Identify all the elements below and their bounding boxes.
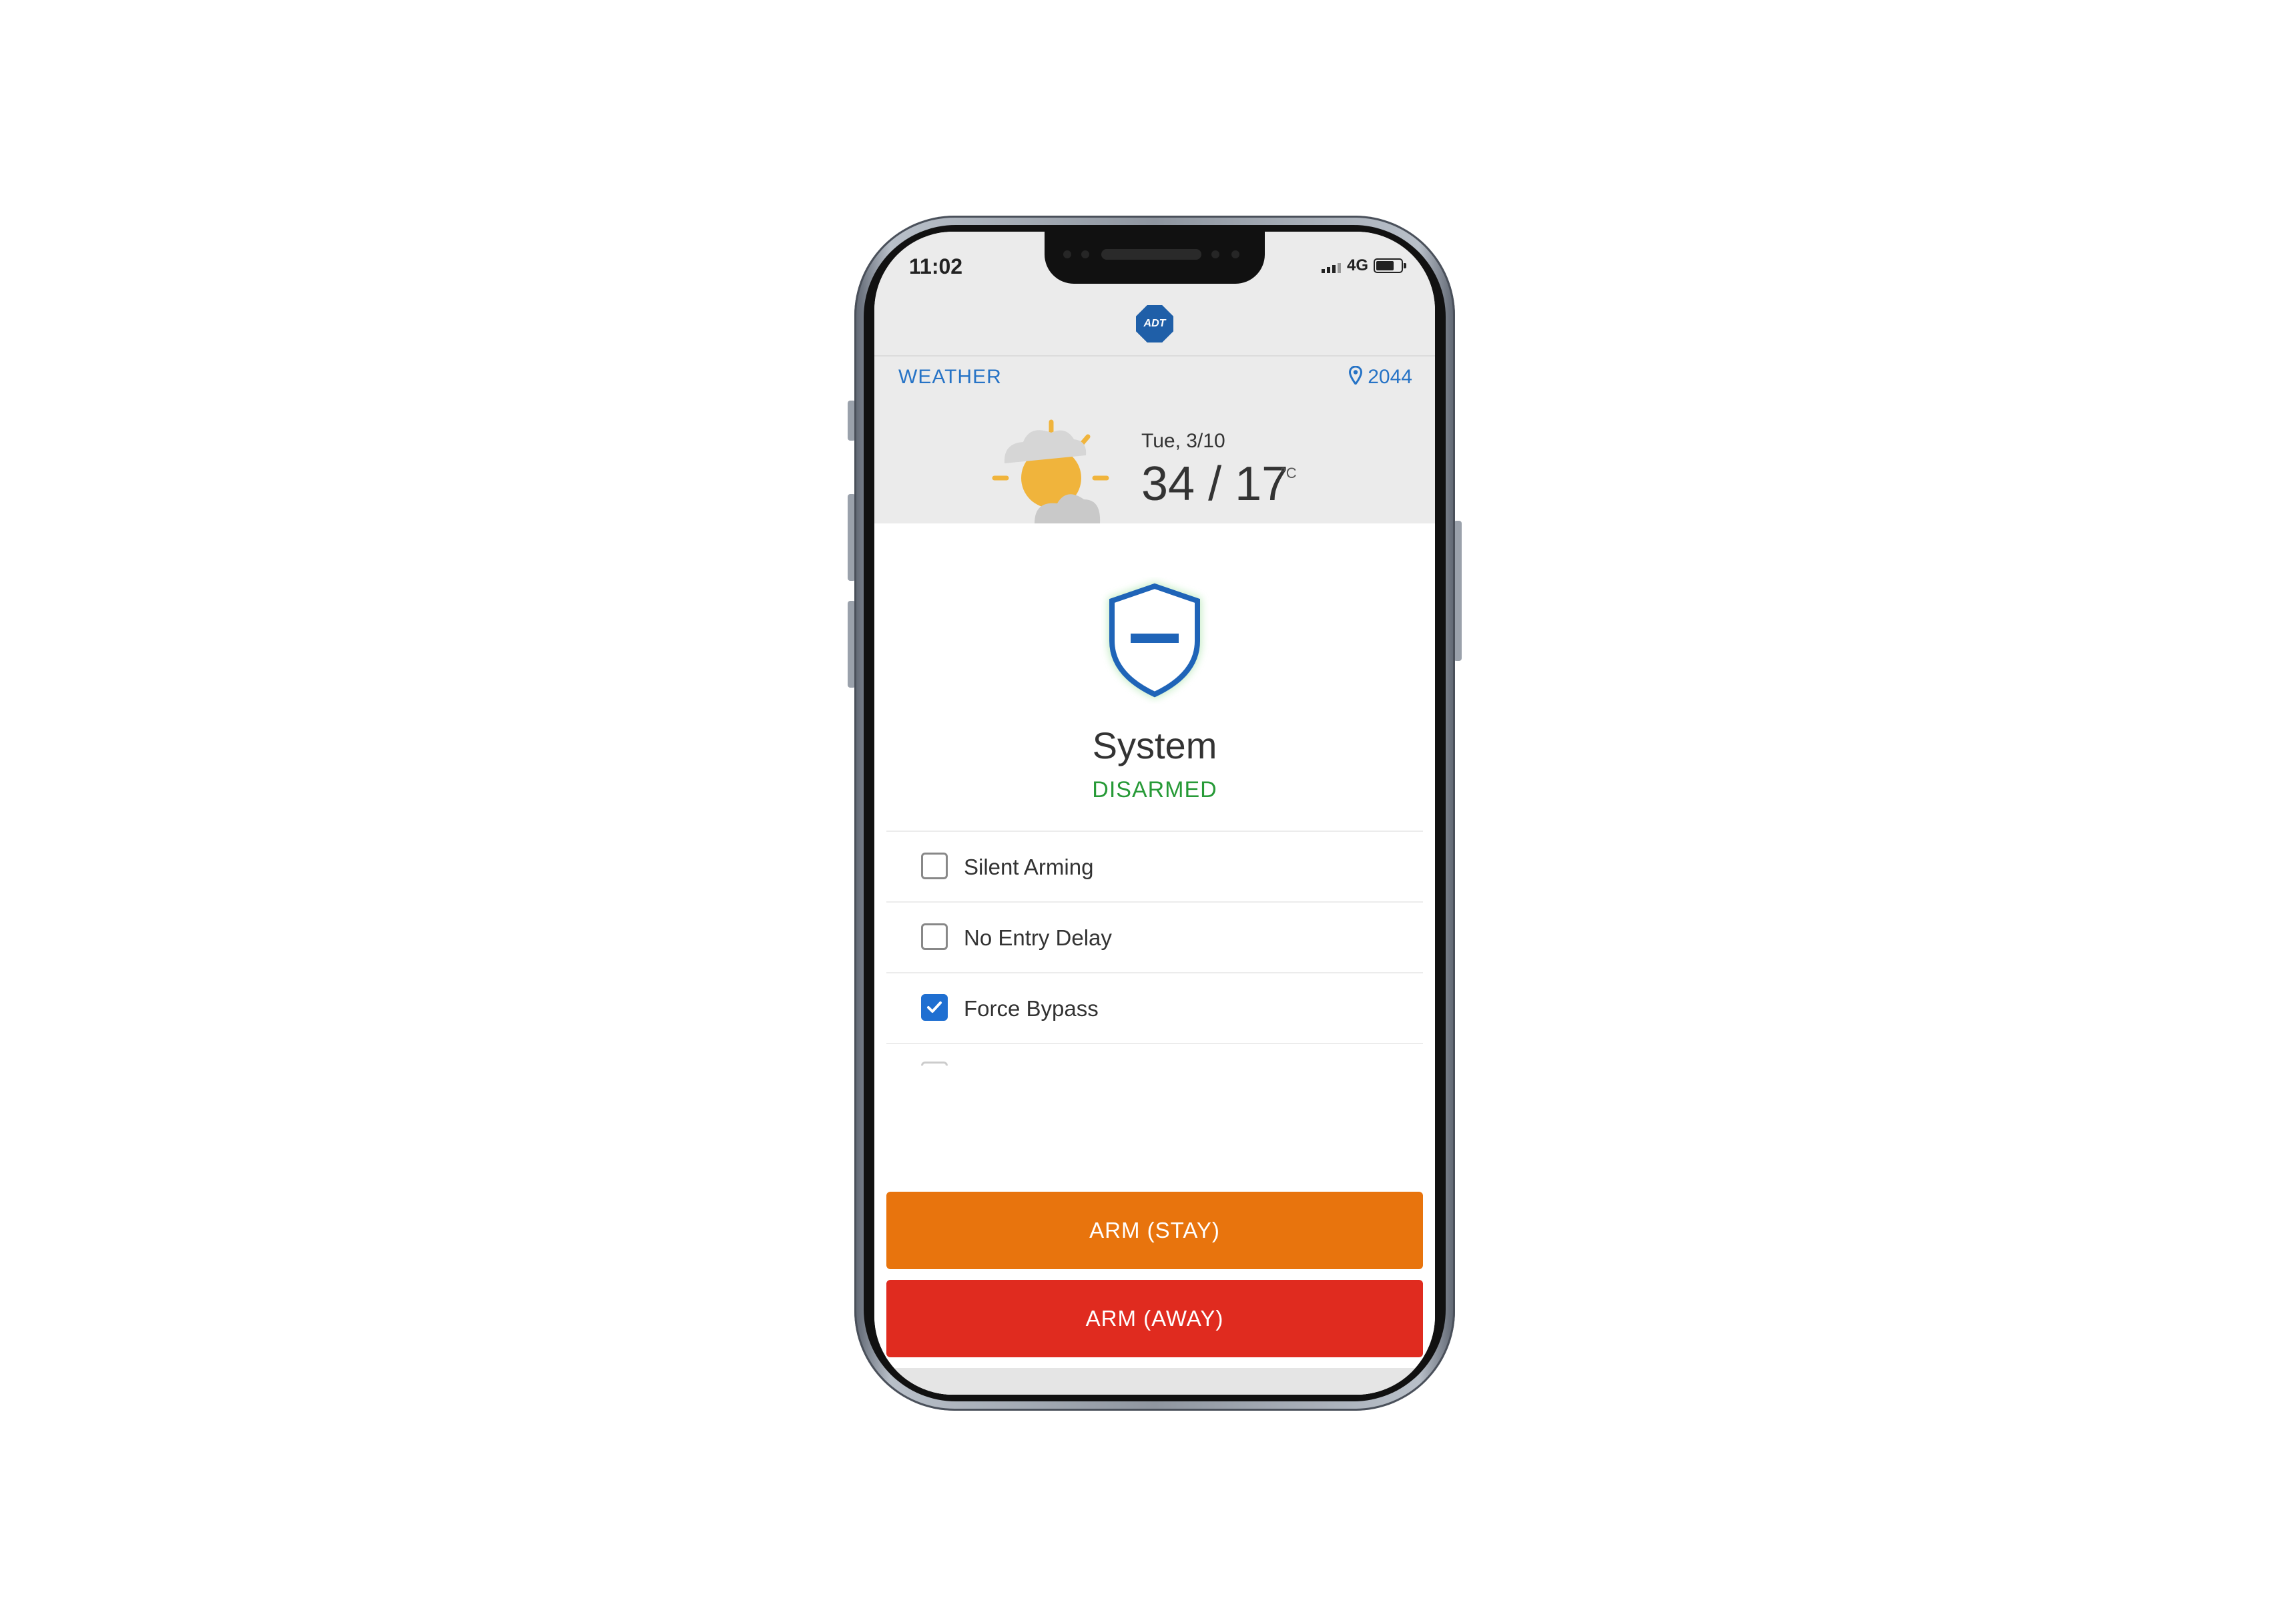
phone-screen: 11:02 4G ADT WEATHER 2044 Tue, 3/10 34 /… bbox=[874, 232, 1435, 1395]
checkbox-checked[interactable] bbox=[921, 994, 948, 1021]
option-label: No Entry Delay bbox=[964, 925, 1112, 950]
arm-stay-button[interactable]: ARM (STAY) bbox=[886, 1192, 1423, 1269]
option-silent-arming[interactable]: Silent Arming bbox=[886, 831, 1423, 901]
weather-temperature: 34 / 17 bbox=[1141, 457, 1289, 511]
location-label: 2044 bbox=[1368, 366, 1412, 388]
arm-away-button[interactable]: ARM (AWAY) bbox=[886, 1280, 1423, 1357]
weather-card[interactable]: WEATHER 2044 Tue, 3/10 34 / 17 °C bbox=[874, 357, 1435, 523]
option-force-bypass[interactable]: Force Bypass bbox=[886, 972, 1423, 1043]
network-type: 4G bbox=[1347, 256, 1369, 274]
done-button[interactable]: DONE bbox=[886, 1368, 1423, 1395]
checkbox[interactable] bbox=[921, 853, 948, 879]
option-partial-hidden[interactable] bbox=[886, 1043, 1423, 1066]
system-title: System bbox=[1092, 724, 1217, 766]
location-pin-icon bbox=[1349, 365, 1363, 390]
notch bbox=[1045, 232, 1265, 284]
app-header: ADT bbox=[874, 292, 1435, 357]
checkbox[interactable] bbox=[921, 923, 948, 950]
weather-title: WEATHER bbox=[898, 366, 1002, 388]
checkbox[interactable] bbox=[921, 1062, 948, 1066]
option-no-entry-delay[interactable]: No Entry Delay bbox=[886, 901, 1423, 972]
arming-options: Silent Arming No Entry Delay Force Bypas… bbox=[886, 831, 1423, 1066]
adt-logo-icon: ADT bbox=[1136, 305, 1173, 342]
status-time: 11:02 bbox=[909, 254, 963, 278]
signal-icon bbox=[1322, 261, 1343, 273]
shield-disarmed-icon bbox=[1100, 577, 1209, 707]
system-status: DISARMED bbox=[1092, 777, 1217, 802]
weather-unit: °C bbox=[1280, 465, 1297, 481]
option-label: Silent Arming bbox=[964, 855, 1094, 879]
checkmark-icon bbox=[927, 1001, 942, 1013]
partly-cloudy-icon bbox=[988, 417, 1121, 523]
system-panel: System DISARMED Silent Arming No Entry D… bbox=[874, 523, 1435, 1395]
weather-location[interactable]: 2044 bbox=[1349, 365, 1412, 390]
battery-icon bbox=[1374, 258, 1406, 273]
option-label: Force Bypass bbox=[964, 996, 1099, 1021]
weather-date: Tue, 3/10 bbox=[1141, 430, 1225, 452]
